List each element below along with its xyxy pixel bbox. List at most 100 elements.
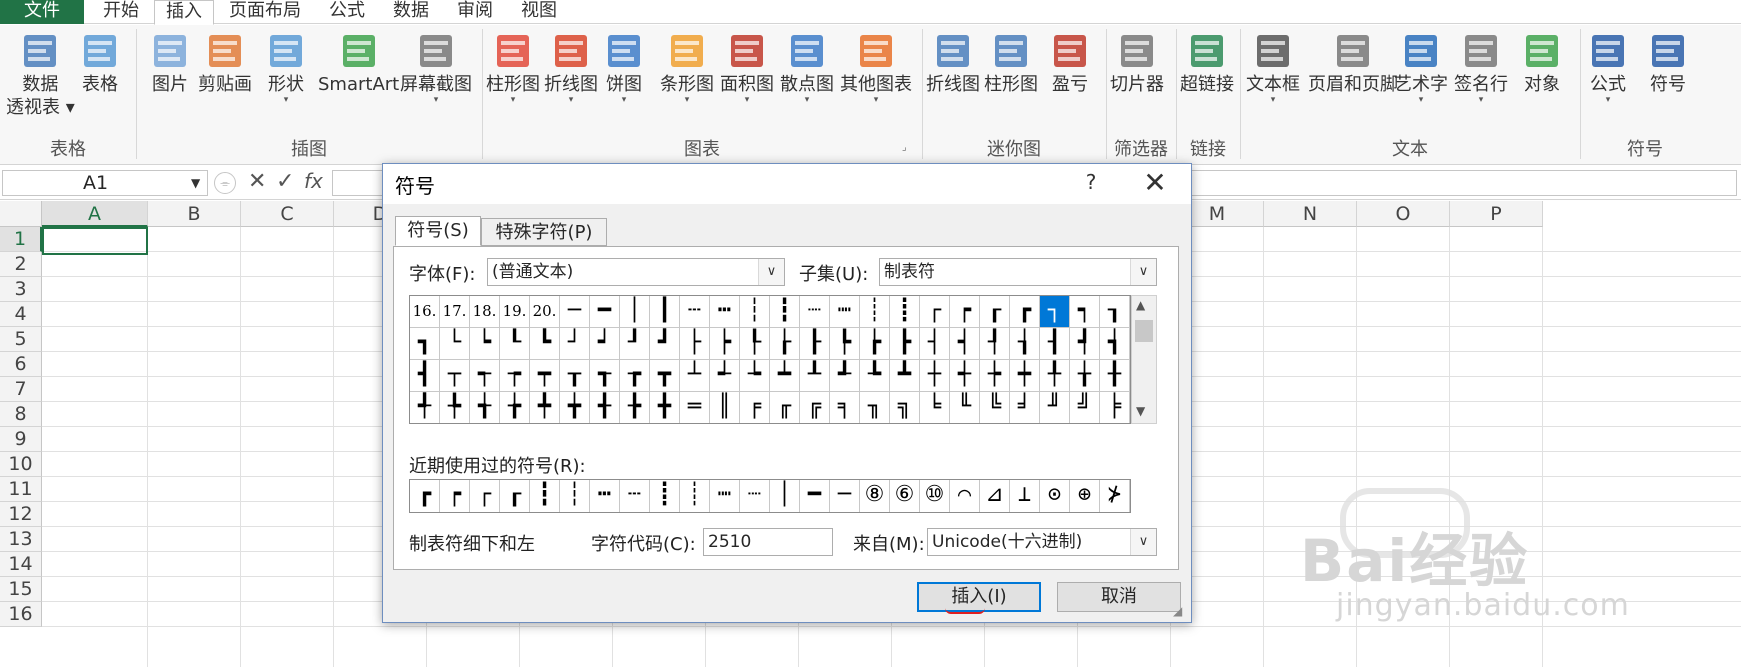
symbol-cell[interactable]: ║: [710, 392, 740, 423]
pivot-table-button[interactable]: 数据 透视表 ▾: [6, 29, 75, 119]
symbol-cell[interactable]: ╕: [830, 392, 860, 423]
dialog-launcher-icon[interactable]: ⌟: [902, 142, 907, 153]
symbol-cell[interactable]: ╊: [620, 392, 650, 423]
symbol-cell[interactable]: ╃: [410, 392, 440, 423]
column-header-n[interactable]: N: [1264, 201, 1357, 227]
row-header-11[interactable]: 11: [0, 477, 42, 502]
row-header-10[interactable]: 10: [0, 452, 42, 477]
column-header-c[interactable]: C: [241, 201, 334, 227]
symbol-cell[interactable]: └: [440, 328, 470, 360]
symbol-cell[interactable]: 17.: [440, 296, 470, 328]
sparkline-winloss-button[interactable]: 盈亏: [1048, 29, 1092, 96]
chevron-down-icon[interactable]: ∨: [1130, 259, 1156, 285]
help-icon[interactable]: ?: [1079, 170, 1103, 194]
symbol-cell[interactable]: ╞: [1100, 392, 1130, 423]
symbol-cell[interactable]: ┰: [560, 360, 590, 392]
symbol-cell[interactable]: ═: [680, 392, 710, 423]
tab-page-layout[interactable]: 页面布局: [220, 0, 310, 24]
symbol-cell[interactable]: ┼: [920, 360, 950, 392]
row-header-9[interactable]: 9: [0, 427, 42, 452]
symbol-cell[interactable]: 20.: [530, 296, 560, 328]
recent-symbol-cell[interactable]: ⌒: [950, 480, 980, 512]
symbol-cell[interactable]: ╁: [1070, 360, 1100, 392]
from-select[interactable]: Unicode(十六进制) ∨: [927, 528, 1157, 556]
symbol-cell[interactable]: ┏: [1010, 296, 1040, 328]
slicer-button[interactable]: 切片器: [1110, 29, 1164, 96]
symbol-cell[interactable]: ─: [560, 296, 590, 328]
symbol-cell[interactable]: ┋: [890, 296, 920, 328]
recent-symbol-cell[interactable]: ┇: [530, 480, 560, 512]
other-charts-button[interactable]: 其他图表 ▾: [840, 29, 912, 105]
symbol-cell[interactable]: ┌: [920, 296, 950, 328]
recent-symbol-cell[interactable]: ⑧: [860, 480, 890, 512]
symbol-cell[interactable]: ╙: [950, 392, 980, 423]
recent-symbol-cell[interactable]: ┎: [500, 480, 530, 512]
symbol-cell[interactable]: ┻: [890, 360, 920, 392]
symbol-cell[interactable]: ┟: [770, 328, 800, 360]
close-icon[interactable]: ✕: [1135, 166, 1175, 200]
column-chart-button[interactable]: 柱形图 ▾: [486, 29, 540, 105]
column-header-b[interactable]: B: [148, 201, 241, 227]
symbol-cell[interactable]: ┊: [860, 296, 890, 328]
symbol-cell[interactable]: ┅: [710, 296, 740, 328]
symbol-cell[interactable]: ╚: [980, 392, 1010, 423]
recent-symbol-cell[interactable]: ⑩: [920, 480, 950, 512]
chevron-down-icon[interactable]: ▼: [191, 171, 200, 195]
recent-symbol-cell[interactable]: ⊥: [1010, 480, 1040, 512]
recent-symbol-cell[interactable]: ┆: [560, 480, 590, 512]
expand-icon[interactable]: ⌯: [214, 172, 236, 194]
row-header-12[interactable]: 12: [0, 502, 42, 527]
symbol-cell[interactable]: ┽: [950, 360, 980, 392]
recent-symbol-cell[interactable]: ⊁: [1100, 480, 1130, 512]
sparkline-column-button[interactable]: 柱形图: [984, 29, 1038, 96]
tab-view[interactable]: 视图: [510, 0, 568, 24]
symbol-cell[interactable]: ┩: [1070, 328, 1100, 360]
column-header-p[interactable]: P: [1450, 201, 1543, 227]
recent-symbol-cell[interactable]: ┄: [620, 480, 650, 512]
symbol-cell[interactable]: ┥: [950, 328, 980, 360]
scroll-up-icon[interactable]: ▲: [1136, 298, 1145, 312]
symbol-cell[interactable]: ┚: [620, 328, 650, 360]
row-header-8[interactable]: 8: [0, 402, 42, 427]
symbol-cell[interactable]: 18.: [470, 296, 500, 328]
symbol-cell[interactable]: ┃: [650, 296, 680, 328]
recent-symbol-cell[interactable]: ━: [800, 480, 830, 512]
recent-symbol-cell[interactable]: ┌: [470, 480, 500, 512]
symbol-cell[interactable]: ╝: [1070, 392, 1100, 423]
function-icon[interactable]: fx: [304, 169, 323, 193]
recent-symbol-cell[interactable]: ┈: [740, 480, 770, 512]
symbol-cell[interactable]: ╀: [1040, 360, 1070, 392]
symbol-cell[interactable]: ┍: [950, 296, 980, 328]
symbol-cell[interactable]: ┯: [530, 360, 560, 392]
symbol-cell[interactable]: ┡: [830, 328, 860, 360]
subset-select[interactable]: 制表符 ∨: [879, 258, 1157, 286]
row-header-16[interactable]: 16: [0, 602, 42, 627]
symbol-cell[interactable]: ┿: [1010, 360, 1040, 392]
recent-symbol-cell[interactable]: ┉: [710, 480, 740, 512]
symbol-cell[interactable]: ╄: [440, 392, 470, 423]
symbol-cell[interactable]: ┑: [1070, 296, 1100, 328]
symbol-cell[interactable]: ┵: [710, 360, 740, 392]
picture-button[interactable]: 图片: [148, 29, 192, 96]
symbol-cell[interactable]: ┄: [680, 296, 710, 328]
hyperlink-button[interactable]: 超链接: [1180, 29, 1234, 96]
tab-special-characters[interactable]: 特殊字符(P): [481, 218, 607, 246]
symbol-cell[interactable]: ┫: [410, 360, 440, 392]
symbol-cell[interactable]: ┎: [980, 296, 1010, 328]
tab-symbols[interactable]: 符号(S): [395, 216, 481, 246]
area-chart-button[interactable]: 面积图 ▾: [720, 29, 774, 105]
symbol-cell[interactable]: ╈: [560, 392, 590, 423]
symbol-cell[interactable]: ╗: [890, 392, 920, 423]
symbol-cell[interactable]: │: [620, 296, 650, 328]
symbol-cell[interactable]: ┦: [980, 328, 1010, 360]
row-header-3[interactable]: 3: [0, 277, 42, 302]
symbol-cell[interactable]: ╉: [590, 392, 620, 423]
clip-art-button[interactable]: 剪贴画: [198, 29, 252, 96]
symbol-cell[interactable]: ┒: [1100, 296, 1130, 328]
recent-symbol-cell[interactable]: ⊿: [980, 480, 1010, 512]
column-header-a[interactable]: A: [42, 201, 148, 227]
symbol-cell[interactable]: ┛: [650, 328, 680, 360]
symbol-cell[interactable]: ┨: [1040, 328, 1070, 360]
symbol-cell[interactable]: ╛: [1010, 392, 1040, 423]
recent-symbol-cell[interactable]: ┊: [680, 480, 710, 512]
